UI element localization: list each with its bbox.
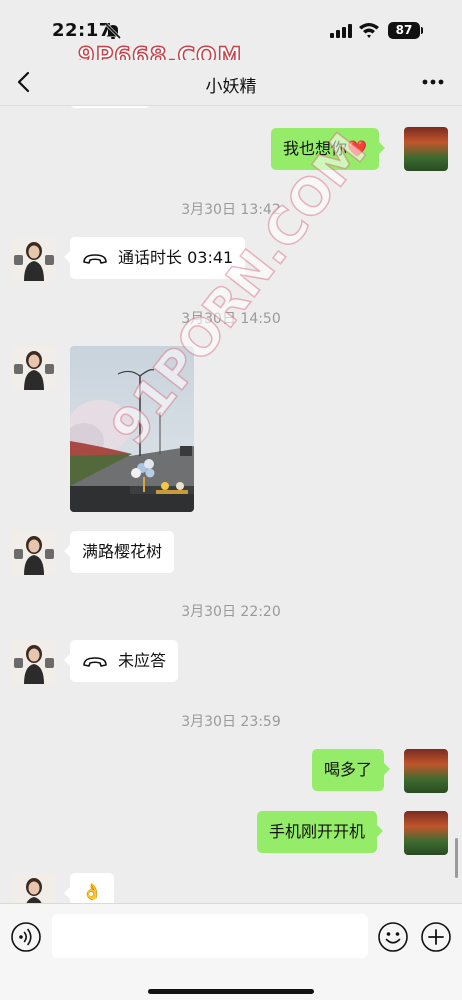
contact-avatar-picture [12,640,56,684]
contact-avatar-picture [12,237,56,281]
timestamp: 3月30日 22:20 [181,604,281,620]
home-indicator [148,989,314,994]
message-text: 满路樱花树 [82,542,163,561]
contact-avatar-picture [12,873,56,903]
timestamp: 3月30日 23:59 [181,714,281,730]
contact-avatar[interactable] [12,237,56,281]
chat-title: 小妖精 [205,77,257,97]
call-status-text: 未应答 [118,651,167,670]
call-record-bubble[interactable]: 未应答 [63,640,179,682]
message-bubble-incoming[interactable]: 👌 [64,873,114,903]
phone-icon [83,656,107,667]
message-bubble-outgoing[interactable]: 喝多了 [312,749,391,791]
message-input[interactable] [52,914,368,958]
battery-cap [421,27,423,34]
my-avatar[interactable] [404,749,448,793]
more-icon[interactable] [420,72,446,92]
contact-avatar-picture [12,531,56,575]
message-bubble-incoming[interactable]: 满路樱花树 [63,531,175,573]
voice-input-icon[interactable] [10,921,42,953]
contact-avatar[interactable] [12,531,56,575]
message-text: 喝多了 [324,760,373,779]
my-avatar[interactable] [404,127,448,171]
phone-icon [83,253,107,264]
contact-avatar[interactable] [12,873,56,903]
photo-message[interactable] [70,346,194,512]
message-bubble-outgoing[interactable]: 我也想你❤️ [271,128,385,170]
battery-indicator: 87 [388,22,420,39]
bell-off-icon [104,22,122,40]
contact-avatar[interactable] [12,640,56,684]
wifi-icon [359,23,379,38]
nav-bar: 小妖精 [0,60,462,106]
contact-avatar-picture [12,346,56,390]
my-avatar[interactable] [404,811,448,855]
emoji-icon[interactable] [377,921,409,953]
timestamp: 3月30日 14:50 [181,311,281,327]
contact-avatar[interactable] [12,346,56,390]
cherry-blossom-road-photo [70,346,194,512]
call-duration-text: 通话时长 03:41 [118,248,234,267]
signal-icon [330,24,352,38]
message-text: 手机刚开开机 [269,822,366,841]
ok-hand-emoji: 👌 [82,882,102,901]
heart-emoji: ❤️ [347,139,367,158]
scrollbar[interactable] [455,838,458,878]
status-time: 22:17 [52,20,112,41]
plus-icon[interactable] [420,921,452,953]
timestamp: 3月30日 13:42 [181,202,281,218]
message-bubble-outgoing[interactable]: 手机刚开开机 [257,811,384,853]
message-text: 我也想你 [283,139,348,158]
input-bar [0,903,462,1000]
call-record-bubble[interactable]: 通话时长 03:41 [63,237,246,279]
